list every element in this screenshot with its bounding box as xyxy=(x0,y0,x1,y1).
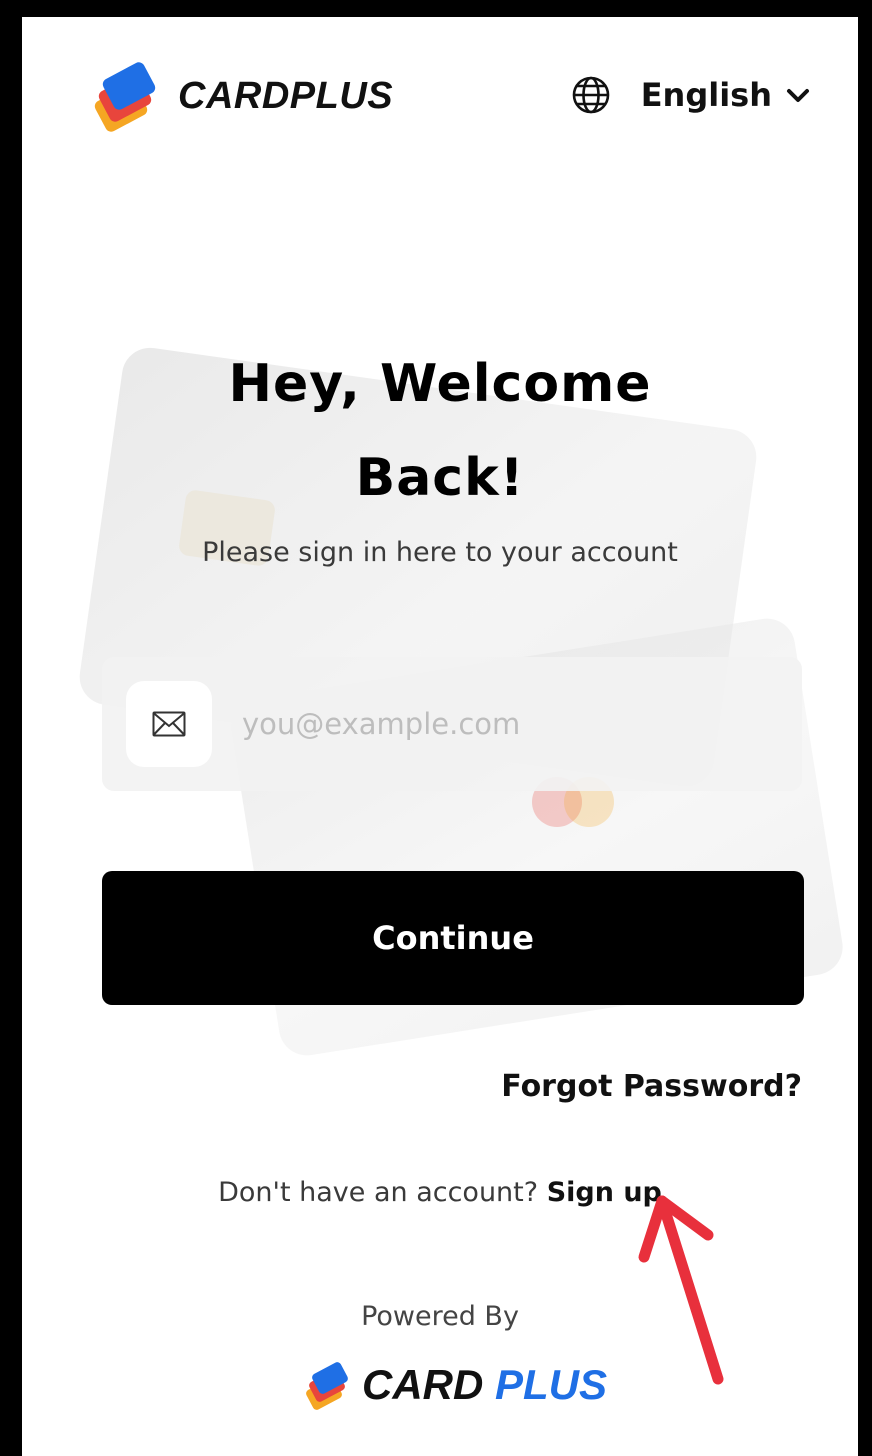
welcome-section: Hey, Welcome Back! Please sign in here t… xyxy=(22,337,858,568)
cardplus-logo-icon xyxy=(94,62,156,132)
language-label: English xyxy=(640,76,772,114)
email-icon-box xyxy=(126,681,212,767)
title-line-2: Back! xyxy=(355,448,525,508)
language-selector[interactable]: English xyxy=(571,75,810,115)
signup-prompt: Don't have an account? xyxy=(218,1177,539,1208)
footer-brand-name: CARD PLUS xyxy=(362,1361,607,1409)
page-subtitle: Please sign in here to your account xyxy=(202,537,678,568)
footer-brand-part-1: CARD xyxy=(362,1361,484,1408)
page-title: Hey, Welcome Back! xyxy=(22,337,858,525)
device-frame: CARDPLUS English Hey, Welcome Back! Plea… xyxy=(0,0,872,1456)
email-field[interactable] xyxy=(102,657,802,791)
footer-brand-logo: CARD PLUS xyxy=(300,1357,607,1413)
continue-button[interactable]: Continue xyxy=(102,871,804,1005)
chevron-down-icon xyxy=(787,89,809,102)
powered-by-label: Powered By xyxy=(361,1301,519,1332)
globe-icon xyxy=(572,76,609,114)
title-line-1: Hey, Welcome xyxy=(228,354,652,414)
brand-logo: CARDPLUS xyxy=(84,55,393,137)
annotation-arrow-icon xyxy=(638,1195,724,1385)
footer-brand-part-2: PLUS xyxy=(495,1361,608,1408)
header: CARDPLUS English xyxy=(22,17,858,177)
brand-name: CARDPLUS xyxy=(178,74,394,117)
envelope-icon xyxy=(152,711,186,737)
email-input[interactable] xyxy=(240,706,764,742)
signup-row: Don't have an account? Sign up xyxy=(22,1177,858,1208)
login-screen: CARDPLUS English Hey, Welcome Back! Plea… xyxy=(22,17,858,1456)
forgot-password-link[interactable]: Forgot Password? xyxy=(501,1069,802,1104)
cardplus-logo-icon xyxy=(306,1362,348,1410)
